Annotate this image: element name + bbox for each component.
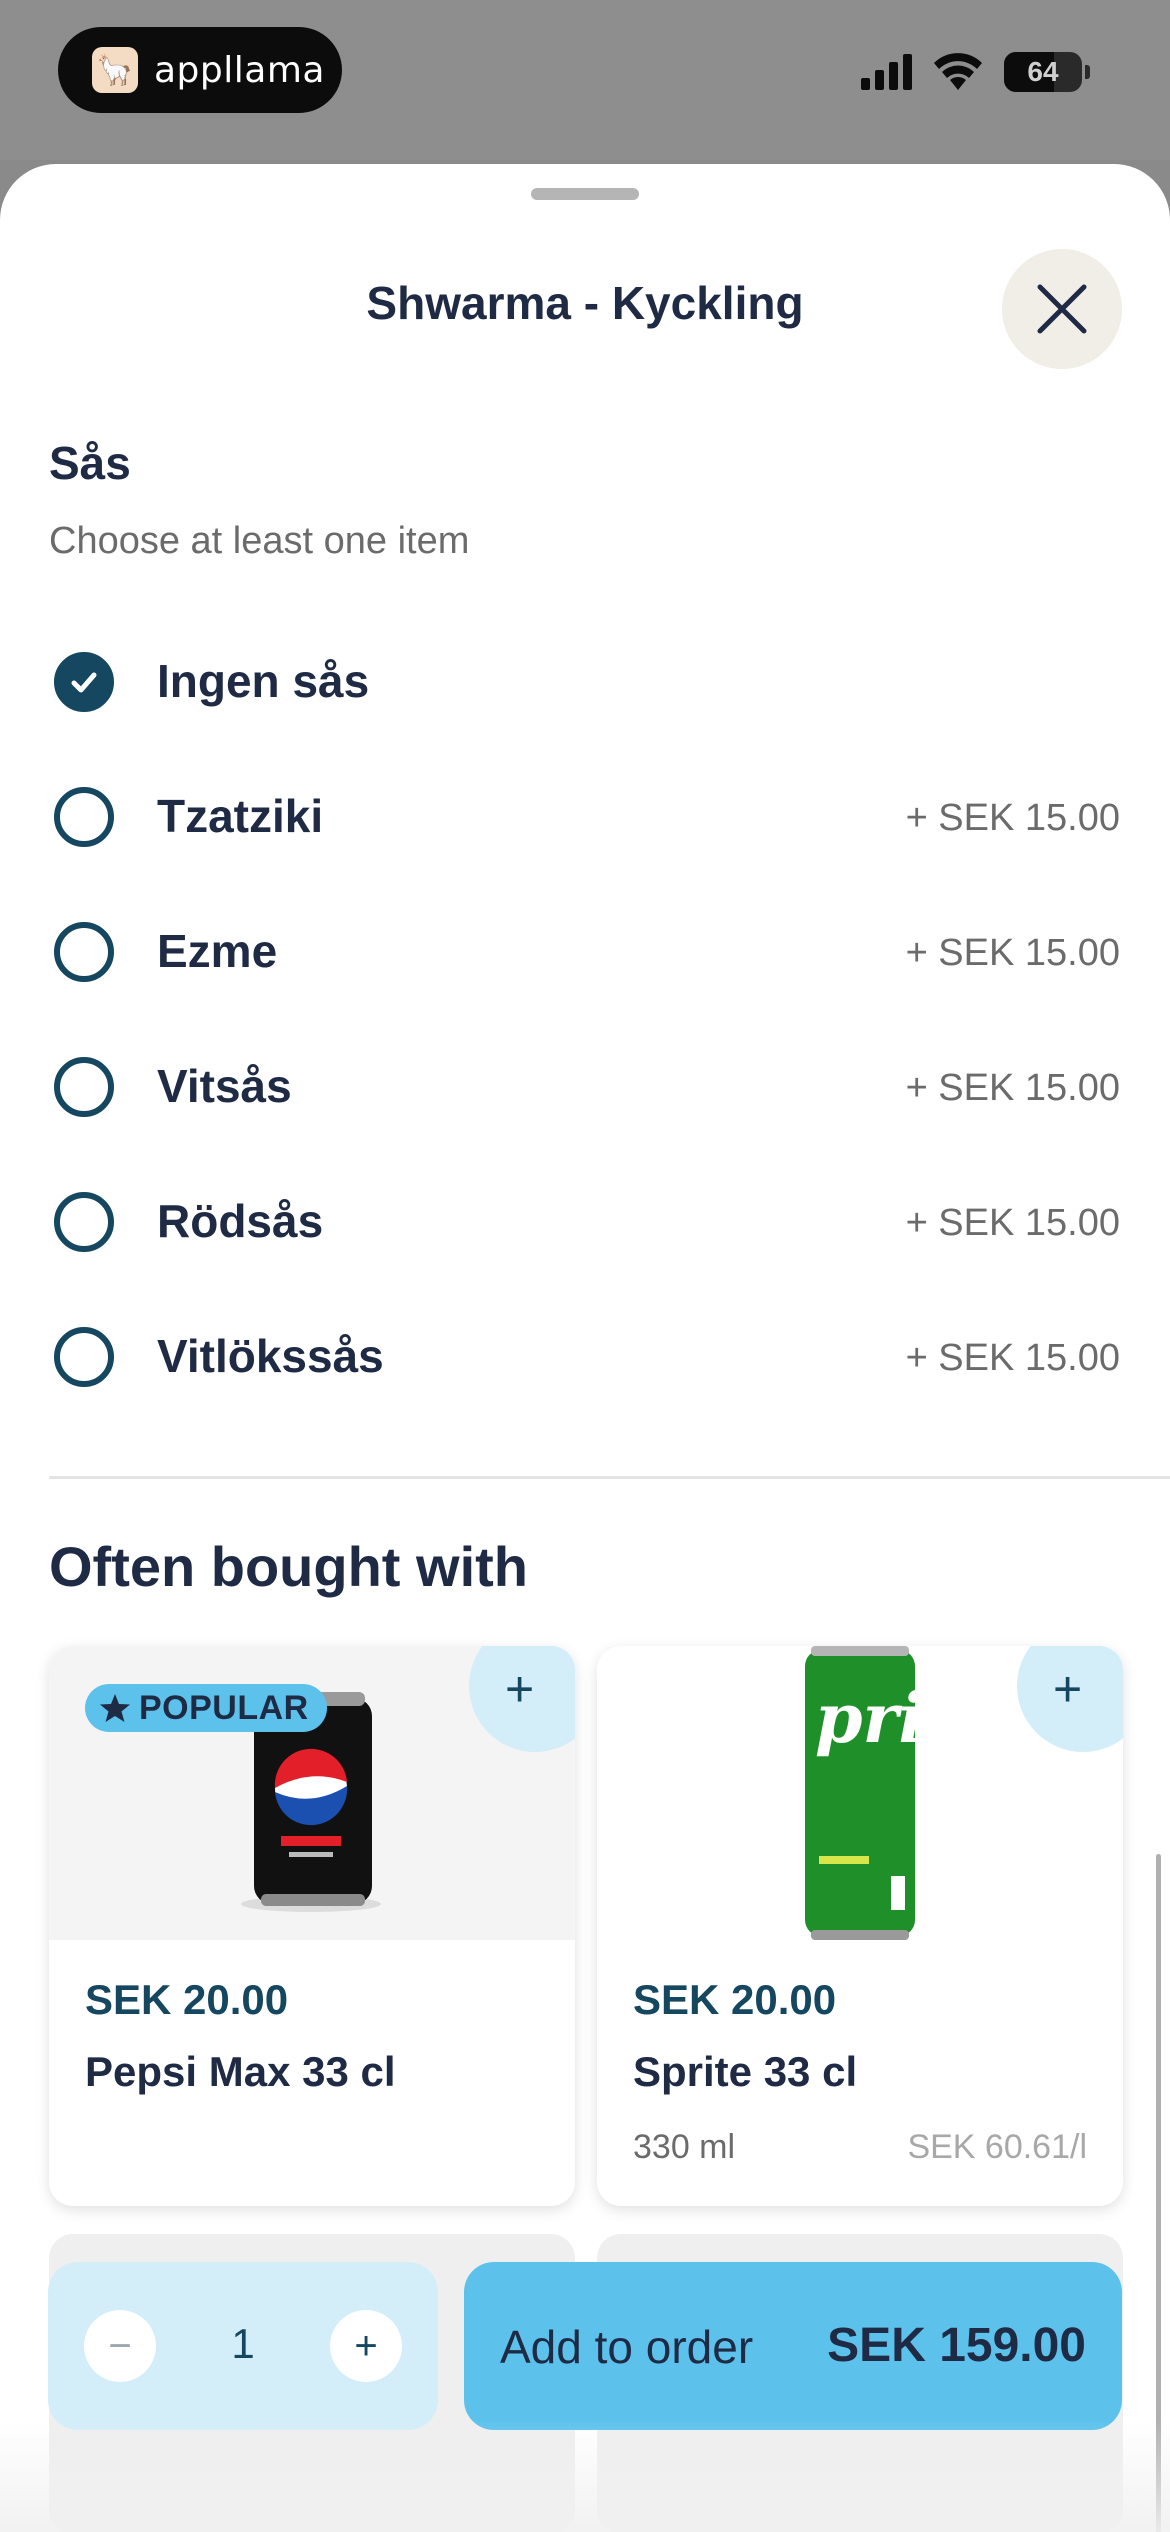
close-icon — [1037, 284, 1087, 334]
product-name: Sprite 33 cl — [633, 2048, 858, 2095]
bottom-fade — [0, 2420, 1170, 2532]
total-price: SEK 159.00 — [827, 2319, 1086, 2372]
product-unit-price: SEK 60.61/l — [907, 2128, 1087, 2166]
sauce-option-rodsas[interactable]: Rödsås + SEK 15.00 — [0, 1170, 1170, 1270]
wifi-icon — [934, 53, 982, 90]
sauce-section-title: Sås — [49, 437, 131, 489]
svg-text:prit: prit — [815, 1679, 956, 1759]
star-icon — [100, 1694, 130, 1722]
option-label: Rödsås — [157, 1195, 324, 1247]
option-label: Ezme — [157, 925, 278, 977]
sheet-grabber[interactable] — [531, 188, 639, 200]
quantity-stepper: − 1 + — [48, 2262, 438, 2430]
sauce-option-tzatziki[interactable]: Tzatziki + SEK 15.00 — [0, 765, 1170, 865]
sauce-option-vitlokssas[interactable]: Vitlökssås + SEK 15.00 — [0, 1305, 1170, 1405]
battery-cap — [1085, 65, 1090, 79]
product-price: SEK 20.00 — [633, 1976, 837, 2023]
radio-unchecked[interactable] — [54, 1192, 114, 1252]
product-card-sprite[interactable]: prit + SEK 20.00 Sprite 33 cl 330 ml SEK… — [597, 1646, 1123, 2206]
close-button[interactable] — [1002, 249, 1122, 369]
plus-icon: + — [354, 2323, 378, 2368]
radio-unchecked[interactable] — [54, 922, 114, 982]
sauce-option-ezme[interactable]: Ezme + SEK 15.00 — [0, 900, 1170, 1000]
plus-icon: + — [1053, 1661, 1083, 1717]
status-icons: 64 — [861, 52, 1090, 92]
battery-level: 64 — [1027, 56, 1059, 87]
option-price: + SEK 15.00 — [905, 797, 1120, 839]
cellular-signal-icon — [861, 54, 912, 90]
radio-unchecked[interactable] — [54, 1057, 114, 1117]
option-price: + SEK 15.00 — [905, 1067, 1120, 1109]
product-name: Pepsi Max 33 cl — [85, 2048, 396, 2095]
add-to-order-label: Add to order — [500, 2321, 754, 2373]
radio-unchecked[interactable] — [54, 787, 114, 847]
increase-quantity-button[interactable]: + — [330, 2310, 402, 2382]
popular-badge: POPULAR — [85, 1684, 327, 1732]
app-name: appllama — [154, 49, 325, 91]
option-label: Vitlökssås — [157, 1330, 384, 1382]
plus-icon: + — [505, 1661, 535, 1717]
option-label: Vitsås — [157, 1060, 292, 1112]
add-to-order-button[interactable]: Add to order SEK 159.00 — [464, 2262, 1122, 2430]
radio-unchecked[interactable] — [54, 1327, 114, 1387]
product-card-pepsi[interactable]: POPULAR + SEK 20.00 Pepsi Max 33 cl — [49, 1646, 575, 2206]
check-icon — [71, 672, 97, 693]
option-label: Tzatziki — [157, 790, 324, 842]
product-volume: 330 ml — [633, 2128, 736, 2166]
option-price: + SEK 15.00 — [905, 932, 1120, 974]
option-price: + SEK 15.00 — [905, 1337, 1120, 1379]
section-divider — [49, 1476, 1170, 1479]
product-sheet: Shwarma - Kyckling Sås Choose at least o… — [0, 164, 1170, 2532]
often-bought-title: Often bought with — [49, 1535, 528, 1598]
badge-label: POPULAR — [139, 1688, 309, 1727]
option-price: + SEK 15.00 — [905, 1202, 1120, 1244]
status-bar: 🦙 appllama 64 — [0, 0, 1170, 160]
battery-icon: 64 — [1004, 52, 1082, 92]
option-label: Ingen sås — [157, 655, 370, 707]
product-price: SEK 20.00 — [85, 1976, 289, 2023]
radio-checked[interactable] — [54, 652, 114, 712]
product-title: Shwarma - Kyckling — [366, 277, 804, 329]
sauce-option-ingen[interactable]: Ingen sås — [0, 630, 1170, 730]
app-indicator[interactable]: 🦙 appllama — [58, 27, 342, 113]
sauce-option-vitsas[interactable]: Vitsås + SEK 15.00 — [0, 1035, 1170, 1135]
sauce-section-subtitle: Choose at least one item — [49, 520, 470, 562]
llama-logo-icon: 🦙 — [92, 47, 138, 93]
